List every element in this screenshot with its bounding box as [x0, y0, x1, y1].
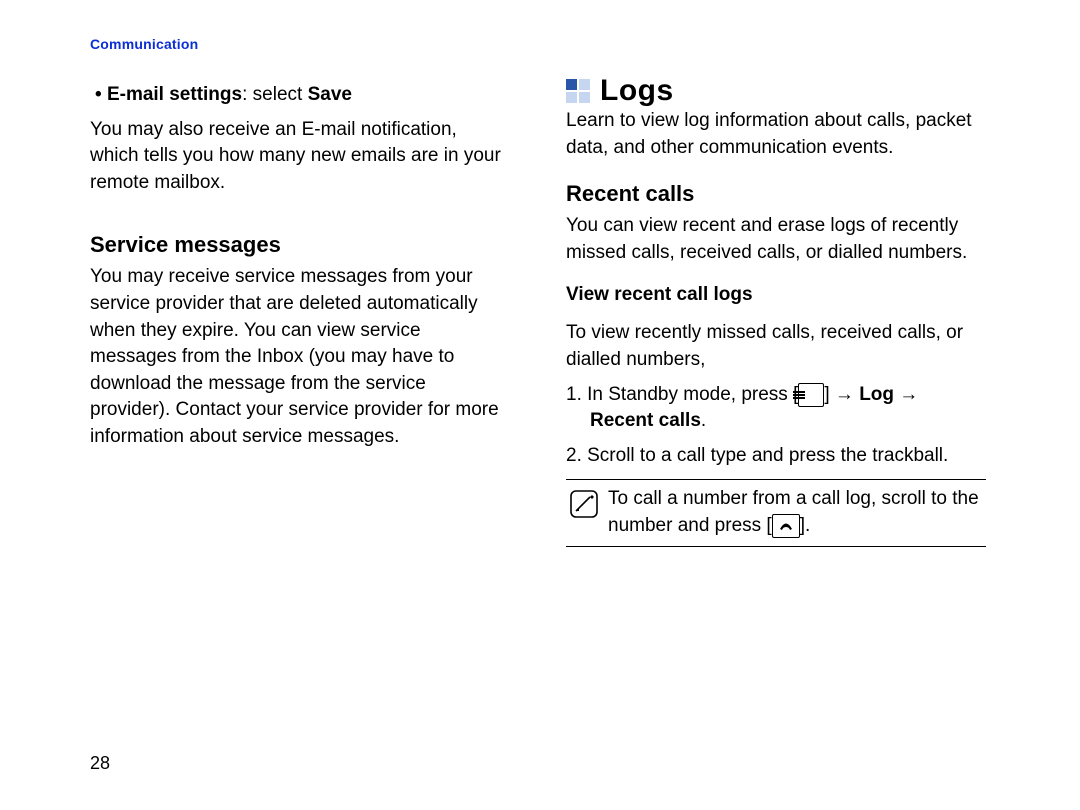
bullet-email-settings: E-mail settings: select Save: [90, 82, 510, 109]
left-column: E-mail settings: select Save You may als…: [90, 82, 510, 547]
view-recent-call-logs-heading: View recent call logs: [566, 284, 986, 306]
note-text: To call a number from a call log, scroll…: [608, 486, 982, 539]
step-1: 1. In Standby mode, press [ ] → Log → Re…: [566, 382, 986, 435]
bullet-mid: : select: [242, 84, 307, 105]
step1-log: Log: [859, 384, 894, 405]
note-icon: [570, 490, 598, 518]
step-2: 2. Scroll to a call type and press the t…: [566, 443, 986, 470]
content-columns: E-mail settings: select Save You may als…: [90, 82, 990, 547]
step1-recent: Recent calls: [590, 410, 701, 431]
note-post: ].: [800, 515, 811, 536]
recent-calls-body: You can view recent and erase logs of re…: [566, 213, 986, 266]
step1-mid2: →: [894, 384, 918, 405]
logs-intro: Learn to view log information about call…: [566, 108, 986, 161]
service-messages-heading: Service messages: [90, 232, 510, 258]
section-squares-icon: [566, 79, 590, 103]
menu-key-icon: [798, 383, 824, 407]
view-recent-body: To view recently missed calls, received …: [566, 320, 986, 373]
bullet-bold-1: E-mail settings: [107, 84, 242, 105]
call-key-icon: [772, 514, 800, 538]
service-messages-body: You may receive service messages from yo…: [90, 264, 510, 450]
right-column: Logs Learn to view log information about…: [566, 82, 986, 547]
logs-heading: Logs: [600, 74, 674, 108]
bullet-bold-2: Save: [308, 84, 352, 105]
step1-mid1: ] →: [824, 384, 859, 405]
step1-pre: 1. In Standby mode, press [: [566, 384, 798, 405]
manual-page: Communication E-mail settings: select Sa…: [0, 0, 1080, 810]
step1-end: .: [701, 410, 706, 431]
section-header-link[interactable]: Communication: [90, 36, 990, 52]
note-box: To call a number from a call log, scroll…: [566, 479, 986, 546]
logs-heading-row: Logs: [566, 74, 986, 108]
page-number: 28: [90, 753, 110, 774]
email-notification-paragraph: You may also receive an E-mail notificat…: [90, 117, 510, 197]
recent-calls-heading: Recent calls: [566, 181, 986, 207]
